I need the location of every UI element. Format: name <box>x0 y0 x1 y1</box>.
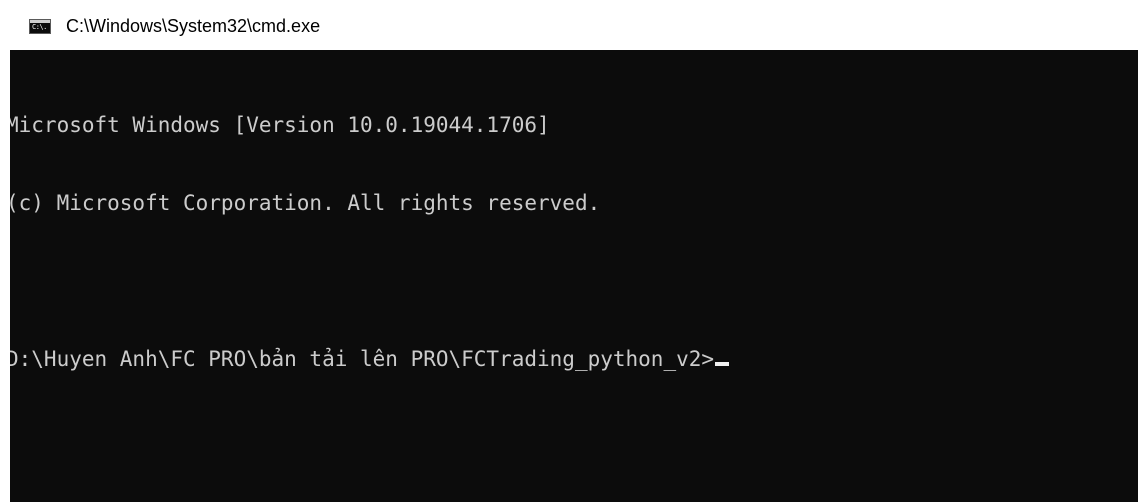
console-line-version: Microsoft Windows [Version 10.0.19044.17… <box>10 113 550 137</box>
cmd-console-icon-label: C:\. <box>32 23 47 31</box>
cmd-window: C:\. C:\Windows\System32\cmd.exe Microso… <box>0 0 1138 502</box>
window-title: C:\Windows\System32\cmd.exe <box>66 16 321 36</box>
cmd-console-icon: C:\. <box>29 19 51 34</box>
console-area[interactable]: Microsoft Windows [Version 10.0.19044.17… <box>10 50 1138 502</box>
console-prompt: D:\Huyen Anh\FC PRO\bản tải lên PRO\FCTr… <box>10 347 715 371</box>
text-cursor <box>715 362 730 366</box>
console-line-copyright: (c) Microsoft Corporation. All rights re… <box>10 191 601 215</box>
console-line-blank <box>10 268 729 294</box>
title-bar[interactable]: C:\. C:\Windows\System32\cmd.exe <box>0 0 1138 50</box>
console-output: Microsoft Windows [Version 10.0.19044.17… <box>10 60 730 424</box>
console-prompt-line[interactable]: D:\Huyen Anh\FC PRO\bản tải lên PRO\FCTr… <box>10 346 730 372</box>
